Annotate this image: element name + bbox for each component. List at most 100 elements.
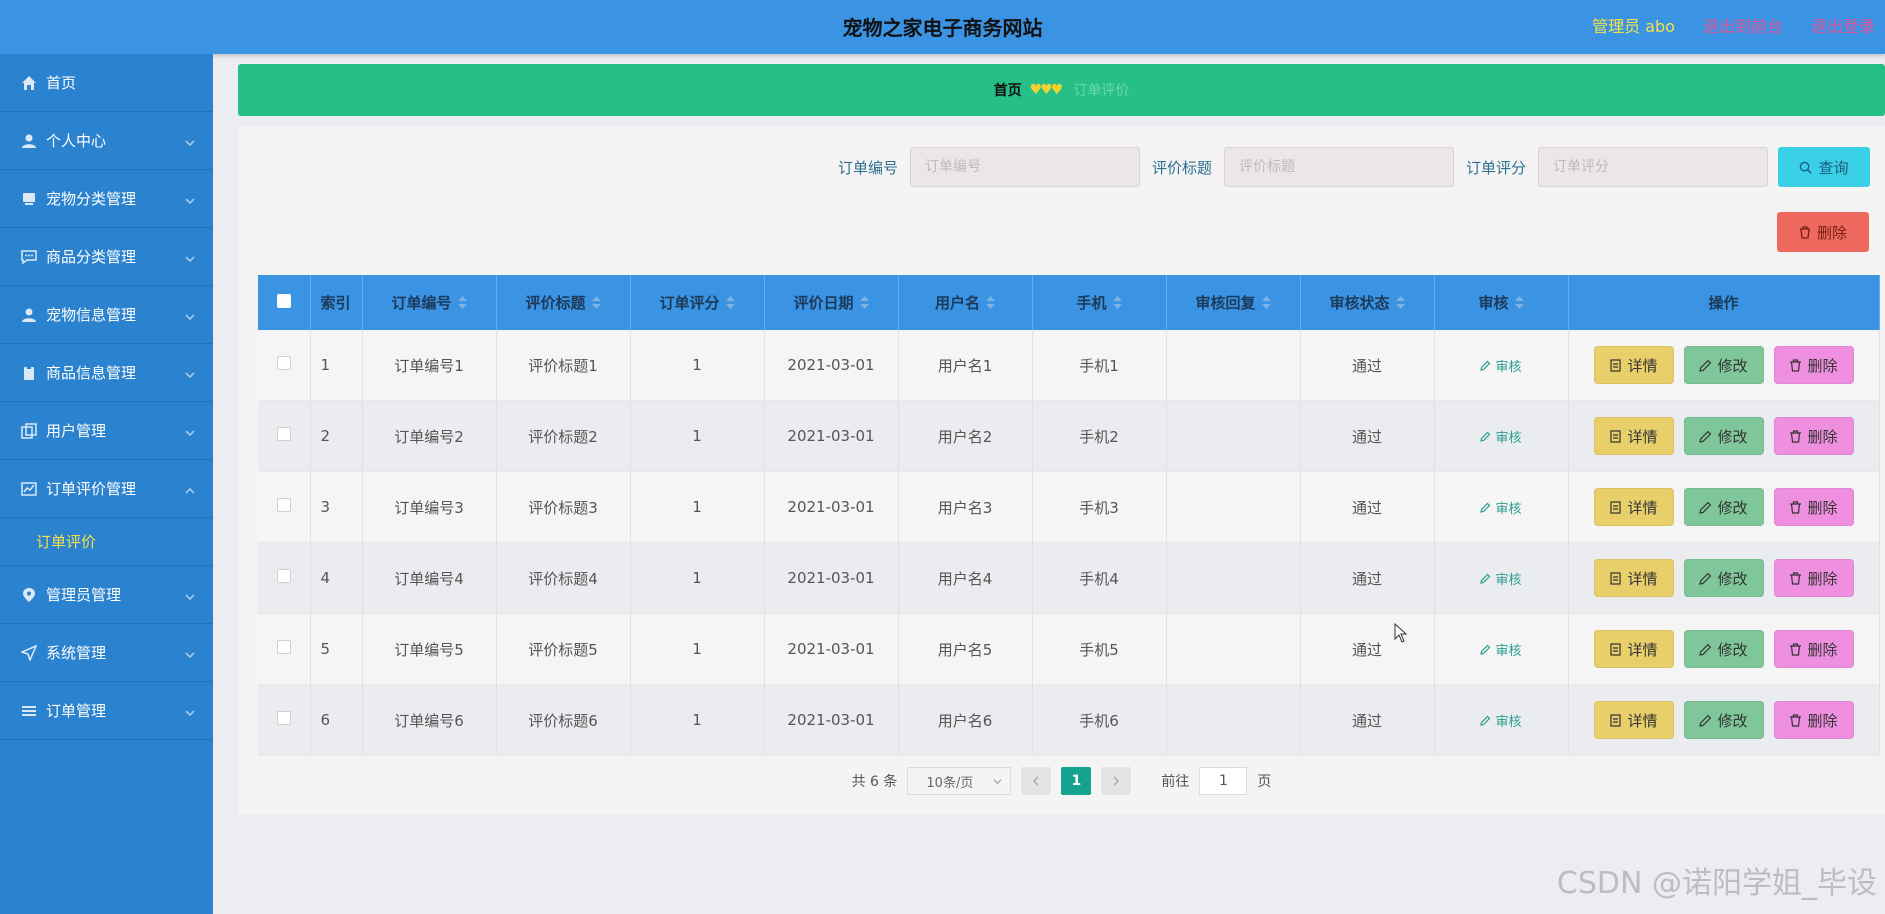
table-header-row: 索引 订单编号 评价标题 订单评分 评价日期 用户名 手机 审核回复 审核状态 … [258,275,1880,330]
table-row: 3 订单编号3 评价标题3 1 2021-03-01 用户名3 手机3 通过 审… [258,471,1880,543]
cell-order-no: 订单编号1 [362,330,497,401]
order-no-input[interactable] [909,147,1140,187]
sidebar-item-system-management[interactable]: 系统管理 [0,624,213,682]
batch-delete-button[interactable]: 删除 [1777,212,1869,252]
column-header-order-score[interactable]: 订单评分 [630,275,765,330]
detail-button[interactable]: 详情 [1593,559,1674,597]
row-checkbox[interactable] [258,684,311,756]
heart-icon: ♥♥♥ [1029,82,1064,98]
back-to-front-link[interactable]: 退出到前台 [1703,13,1783,37]
delete-button[interactable]: 删除 [1773,559,1854,597]
column-header-review-date[interactable]: 评价日期 [764,275,899,330]
sidebar-item-order-review[interactable]: 订单评价管理 [0,460,213,518]
row-checkbox[interactable] [258,330,311,401]
detail-button[interactable]: 详情 [1593,701,1674,739]
edit-icon [1699,643,1712,656]
prev-page-button[interactable] [1021,767,1052,795]
chat-icon [20,248,38,266]
review-table: 索引 订单编号 评价标题 订单评分 评价日期 用户名 手机 审核回复 审核状态 … [258,275,1880,756]
detail-button[interactable]: 详情 [1593,346,1674,384]
cell-review-title: 评价标题3 [496,471,631,543]
column-header-phone[interactable]: 手机 [1032,275,1167,330]
delete-button[interactable]: 删除 [1773,488,1854,526]
page-number-current[interactable]: 1 [1061,767,1092,795]
delete-button[interactable]: 删除 [1773,701,1854,739]
edit-button[interactable]: 修改 [1683,346,1764,384]
column-header-review-title[interactable]: 评价标题 [496,275,631,330]
detail-button[interactable]: 详情 [1593,630,1674,668]
edit-button[interactable]: 修改 [1683,630,1764,668]
query-label: 查询 [1818,158,1849,177]
goto-page-input[interactable] [1199,767,1248,795]
query-button[interactable]: 查询 [1778,147,1870,187]
cell-audit-reply [1166,330,1301,401]
audit-link[interactable]: 审核 [1480,711,1522,730]
detail-button[interactable]: 详情 [1593,488,1674,526]
user-icon [20,306,38,324]
audit-link[interactable]: 审核 [1480,569,1522,588]
clipboard-icon [20,364,38,382]
sidebar-item-label: 订单评价管理 [46,480,137,498]
order-score-input[interactable] [1538,147,1768,187]
cell-review-title: 评价标题6 [496,684,631,756]
delete-button[interactable]: 删除 [1773,417,1854,455]
next-page-button[interactable] [1101,767,1132,795]
cell-audit: 审核 [1434,684,1569,756]
sidebar-item-goods-info[interactable]: 商品信息管理 [0,344,213,402]
table-row: 5 订单编号5 评价标题5 1 2021-03-01 用户名5 手机5 通过 审… [258,613,1880,685]
column-header-audit-status[interactable]: 审核状态 [1300,275,1435,330]
sidebar-item-goods-category[interactable]: 商品分类管理 [0,228,213,286]
edit-button[interactable]: 修改 [1683,559,1764,597]
column-header-username[interactable]: 用户名 [898,275,1033,330]
detail-button[interactable]: 详情 [1593,417,1674,455]
row-checkbox[interactable] [258,542,311,614]
sidebar-item-label: 商品分类管理 [46,248,137,266]
cell-phone: 手机1 [1032,330,1167,401]
document-icon [1610,500,1622,514]
edit-button[interactable]: 修改 [1683,488,1764,526]
logout-link[interactable]: 退出登录 [1811,13,1875,37]
sidebar-item-order-management[interactable]: 订单管理 [0,682,213,740]
user-icon [20,132,38,150]
review-title-input[interactable] [1223,147,1454,187]
row-checkbox[interactable] [258,613,311,685]
sidebar-item-label: 个人中心 [46,132,107,150]
page-size-select[interactable]: 10条/页 [907,767,1012,795]
sidebar-item-user-management[interactable]: 用户管理 [0,402,213,460]
column-header-audit[interactable]: 审核 [1434,275,1569,330]
edit-button[interactable]: 修改 [1683,701,1764,739]
cell-order-no: 订单编号4 [362,542,497,614]
copy-icon [20,422,38,440]
table-row: 1 订单编号1 评价标题1 1 2021-03-01 用户名1 手机1 通过 审… [258,330,1880,401]
edit-icon [1480,644,1491,655]
document-icon [1610,642,1622,656]
audit-link[interactable]: 审核 [1480,498,1522,517]
column-header-audit-reply[interactable]: 审核回复 [1166,275,1301,330]
audit-link[interactable]: 审核 [1480,640,1522,659]
sidebar-subitem-order-review[interactable]: 订单评价 [0,518,213,566]
cell-audit: 审核 [1434,613,1569,685]
cell-index: 4 [310,542,363,614]
edit-button[interactable]: 修改 [1683,417,1764,455]
sidebar-item-pet-info[interactable]: 宠物信息管理 [0,286,213,344]
cell-audit: 审核 [1434,400,1569,472]
breadcrumb: 首页 ♥♥♥ 订单评价 [238,64,1885,116]
sidebar-item-pet-category[interactable]: 宠物分类管理 [0,170,213,228]
audit-link[interactable]: 审核 [1480,427,1522,446]
audit-link[interactable]: 审核 [1480,356,1522,375]
trash-icon [1790,358,1802,372]
delete-button[interactable]: 删除 [1773,630,1854,668]
cell-review-date: 2021-03-01 [764,400,899,472]
row-checkbox[interactable] [258,400,311,472]
column-header-order-no[interactable]: 订单编号 [362,275,497,330]
row-checkbox[interactable] [258,471,311,543]
sidebar-item-label: 管理员管理 [46,586,122,604]
sidebar-item-label: 用户管理 [46,422,107,440]
select-all-checkbox[interactable] [258,275,311,330]
sidebar-item-personal-center[interactable]: 个人中心 [0,112,213,170]
cell-actions: 详情 修改 删除 [1568,542,1880,614]
sidebar-item-home[interactable]: 首页 [0,54,213,112]
delete-button[interactable]: 删除 [1773,346,1854,384]
breadcrumb-home[interactable]: 首页 [994,80,1022,100]
sidebar-item-admin-management[interactable]: 管理员管理 [0,566,213,624]
